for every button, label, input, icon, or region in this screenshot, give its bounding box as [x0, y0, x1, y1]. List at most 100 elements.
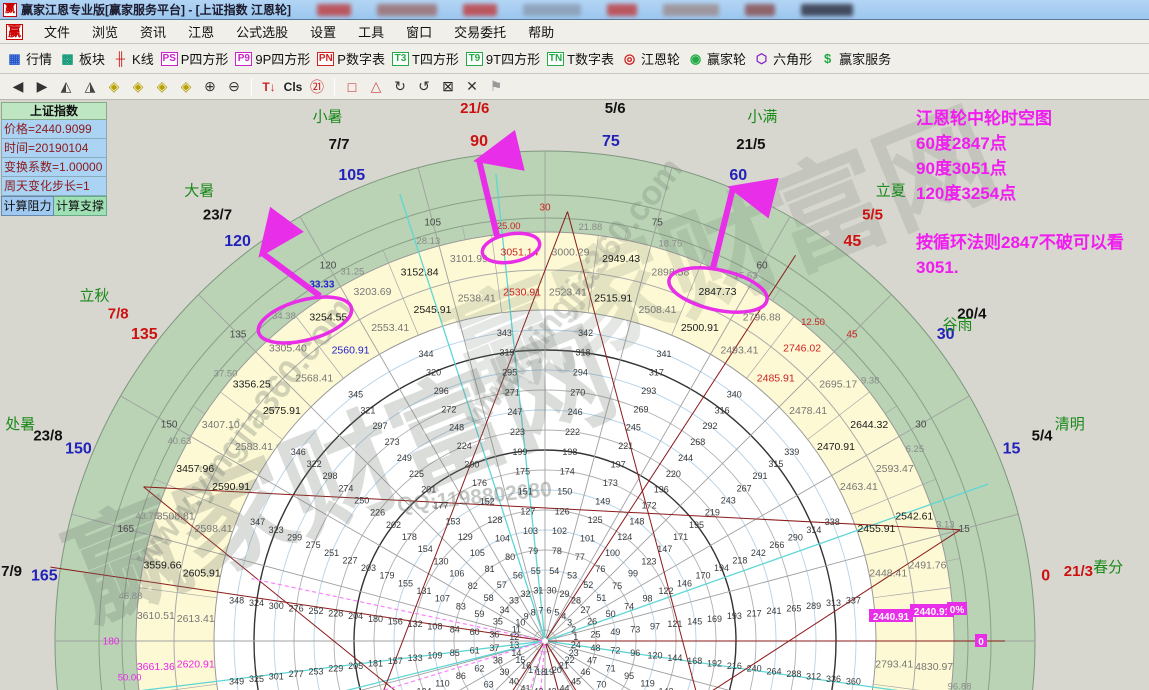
toolbar-item-赢家服务[interactable]: $赢家服务 — [819, 49, 891, 68]
svg-text:104: 104 — [495, 534, 510, 544]
toolbar-item-板块[interactable]: ▩板块 — [59, 49, 105, 68]
center-tool-icon[interactable]: ✕ — [460, 78, 484, 95]
svg-text:28.13: 28.13 — [416, 236, 440, 247]
calc-resistance-button[interactable]: 计算阻力 — [1, 196, 54, 216]
toolbar-item-9T四方形[interactable]: T99T四方形 — [466, 49, 540, 68]
flag-tool-icon[interactable]: ⚑ — [484, 78, 508, 95]
svg-text:7/8: 7/8 — [108, 306, 129, 323]
svg-text:2491.76: 2491.76 — [909, 560, 947, 572]
svg-text:177: 177 — [433, 500, 448, 510]
menu-6[interactable]: 工具 — [347, 22, 395, 41]
svg-text:6.25: 6.25 — [906, 444, 925, 455]
menu-9[interactable]: 帮助 — [517, 22, 565, 41]
svg-text:2500.91: 2500.91 — [681, 322, 719, 334]
step-right-icon[interactable]: ◈ — [126, 78, 150, 95]
forward-icon[interactable]: ▶ — [30, 78, 54, 95]
step-down-icon[interactable]: ◈ — [174, 78, 198, 95]
svg-text:2538.41: 2538.41 — [458, 292, 496, 304]
svg-text:300: 300 — [269, 601, 284, 611]
gann-wheel-chart-area: 赢家财富网赢家财富网www.yingjia360.comwww.yingjia3… — [0, 100, 1149, 690]
toolbar-item-P数字表[interactable]: PNP数字表 — [317, 49, 385, 68]
svg-text:45: 45 — [846, 330, 858, 341]
t9-icon: T9 — [466, 52, 483, 66]
svg-text:15: 15 — [959, 524, 971, 535]
svg-text:3152.84: 3152.84 — [401, 266, 439, 278]
menu-0[interactable]: 文件 — [33, 22, 81, 41]
svg-text:2605.91: 2605.91 — [183, 567, 221, 579]
toolbar-item-T四方形[interactable]: T3T四方形 — [392, 49, 459, 68]
svg-text:180: 180 — [103, 637, 120, 648]
toolbar-item-label: 9T四方形 — [486, 49, 540, 68]
rotate-ccw-icon[interactable]: ↺ — [412, 78, 436, 95]
back-icon[interactable]: ◀ — [6, 78, 30, 95]
svg-text:129: 129 — [458, 532, 473, 542]
winner-wheel-icon: ◉ — [687, 51, 704, 66]
svg-text:29: 29 — [560, 589, 570, 599]
xbox-tool-icon[interactable]: ⊠ — [436, 78, 460, 95]
annotation-line: 江恩轮中轮时空图 — [916, 106, 1146, 131]
step-left-icon[interactable]: ◈ — [102, 78, 126, 95]
calc-support-button[interactable]: 计算支撑 — [54, 196, 107, 216]
svg-text:275: 275 — [306, 540, 321, 550]
annotation-line: 60度2847点 — [916, 131, 1146, 156]
svg-text:78: 78 — [552, 546, 562, 556]
svg-text:40: 40 — [509, 677, 519, 687]
toolbar-item-江恩轮[interactable]: ◎江恩轮 — [621, 49, 680, 68]
menu-1[interactable]: 浏览 — [81, 22, 129, 41]
cls-button[interactable]: Cls — [281, 80, 305, 94]
blurred-item — [745, 4, 775, 16]
toolbar-item-K线[interactable]: ╫K线 — [112, 49, 154, 68]
rect-tool-icon[interactable]: □ — [340, 79, 364, 95]
svg-text:31: 31 — [533, 586, 543, 596]
svg-text:346: 346 — [291, 447, 306, 457]
svg-text:2793.41: 2793.41 — [875, 659, 913, 671]
svg-text:86: 86 — [456, 671, 466, 681]
svg-text:123: 123 — [641, 556, 656, 566]
menu-8[interactable]: 交易委托 — [443, 22, 517, 41]
annotation-line: 按循环法则2847不破可以看 — [916, 230, 1146, 255]
menu-bar: 赢 文件浏览资讯江恩公式选股设置工具窗口交易委托帮助 — [0, 20, 1149, 44]
svg-text:168: 168 — [687, 656, 702, 666]
step-up-icon[interactable]: ◈ — [150, 78, 174, 95]
svg-text:317: 317 — [649, 367, 664, 377]
svg-text:119: 119 — [640, 679, 654, 689]
calendar-icon[interactable]: ㉑ — [305, 77, 329, 97]
menu-3[interactable]: 江恩 — [177, 22, 225, 41]
svg-text:342: 342 — [578, 328, 593, 338]
rotate-cw-icon[interactable]: ↻ — [388, 78, 412, 95]
svg-text:216: 216 — [727, 661, 742, 671]
svg-text:128: 128 — [487, 515, 502, 525]
svg-text:53: 53 — [567, 571, 577, 581]
toolbar-item-P四方形[interactable]: PSP四方形 — [161, 49, 229, 68]
toolbar-item-9P四方形[interactable]: P99P四方形 — [235, 49, 310, 68]
toolbar-item-行情[interactable]: ▦行情 — [6, 49, 52, 68]
svg-text:2695.17: 2695.17 — [819, 379, 857, 391]
toolbar-item-label: 赢家服务 — [839, 49, 891, 68]
triangle-tool-icon[interactable]: △ — [364, 78, 388, 95]
param-row-0: 价格=2440.9099 — [1, 120, 107, 139]
toolbar-item-六角形[interactable]: ⬡六角形 — [753, 49, 812, 68]
rotate-left-tri-icon[interactable]: ◭ — [54, 78, 78, 95]
svg-text:2593.47: 2593.47 — [876, 463, 914, 475]
menu-7[interactable]: 窗口 — [395, 22, 443, 41]
toolbar-item-T数字表[interactable]: TNT数字表 — [547, 49, 614, 68]
svg-text:314: 314 — [806, 525, 821, 535]
zoom-in-icon[interactable]: ⊕ — [198, 78, 222, 95]
menu-2[interactable]: 资讯 — [129, 22, 177, 41]
svg-text:221: 221 — [618, 441, 633, 451]
svg-text:95: 95 — [624, 671, 634, 681]
toolbar-item-赢家轮[interactable]: ◉赢家轮 — [687, 49, 746, 68]
svg-text:144: 144 — [667, 653, 682, 663]
rotate-right-tri-icon[interactable]: ◮ — [78, 78, 102, 95]
svg-text:292: 292 — [702, 421, 717, 431]
app-logo-small-icon: 赢 — [6, 24, 23, 40]
svg-text:70: 70 — [596, 679, 606, 689]
svg-text:0%: 0% — [950, 605, 965, 616]
t-updown-icon[interactable]: T↓ — [257, 80, 281, 94]
menu-5[interactable]: 设置 — [299, 22, 347, 41]
svg-text:265: 265 — [786, 603, 801, 613]
svg-text:立夏: 立夏 — [876, 183, 906, 200]
zoom-out-icon[interactable]: ⊖ — [222, 78, 246, 95]
svg-text:156: 156 — [388, 616, 403, 626]
menu-4[interactable]: 公式选股 — [225, 22, 299, 41]
